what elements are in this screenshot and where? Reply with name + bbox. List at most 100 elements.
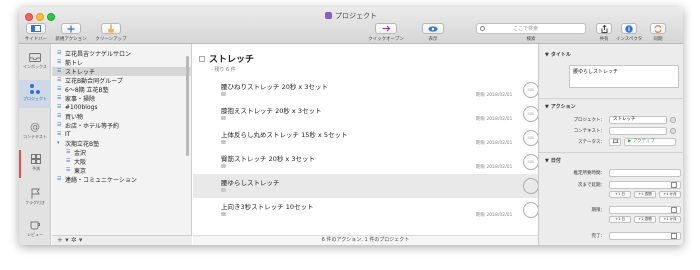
calendar-icon[interactable] (671, 233, 677, 239)
context-field-label: コンテキスト： (573, 129, 605, 134)
defer-plus-week-button[interactable]: +1 週間 (634, 191, 656, 198)
new-action-button[interactable] (61, 23, 81, 34)
title-field[interactable]: 腰ゆらしストレッチ (569, 65, 679, 88)
status-circle[interactable] (523, 202, 539, 218)
inspector-label: インスペクタ (615, 37, 643, 42)
project-field-label: プロジェクト： (573, 118, 606, 123)
action-section-header[interactable]: ▼ アクション (545, 103, 576, 110)
list-item[interactable]: ☰ 筋トレ (52, 58, 192, 68)
list-icon: ☰ (57, 122, 62, 128)
table-row[interactable]: 膝抱えストレッチ 20秒 x 3セット 期限 2018/02/01 000 (193, 102, 539, 126)
list-icon: ☰ (57, 50, 62, 56)
disclosure-triangle-icon: ▼ (545, 104, 549, 110)
list-item[interactable]: ☰ ストレッチ (52, 67, 192, 76)
status-field-label: ステータス： (578, 140, 605, 145)
list-item[interactable]: ☰ 連絡・コミュニケーション (52, 175, 192, 185)
status-flag-button[interactable] (609, 138, 621, 146)
list-item[interactable]: ☰ 家事・掃除 (52, 94, 192, 104)
sync-button[interactable] (650, 23, 666, 34)
status-circle[interactable]: 000 (523, 154, 539, 170)
list-item[interactable]: ☰ 金沢 (52, 148, 192, 158)
sync-icon (654, 24, 662, 33)
share-label: 共有 (599, 37, 609, 42)
task-name[interactable]: 上向き3秒ストレッチ 10セット (221, 201, 313, 211)
table-row[interactable]: 腰ゆらしストレッチ (193, 174, 539, 198)
completed-field[interactable] (609, 232, 681, 240)
search-input[interactable]: ここで検索 (476, 23, 586, 34)
task-name[interactable]: 膝抱えストレッチ 20秒 x 3セット (221, 105, 321, 115)
due-plus-week-button[interactable]: +1 週間 (634, 216, 656, 223)
plus-icon (67, 25, 75, 32)
status-select[interactable]: ▶ アクティブ (624, 138, 676, 146)
table-row[interactable]: 上向き3秒ストレッチ 10セット 期限 2018/02/01 (193, 198, 539, 222)
table-row[interactable]: 上体反らし丸めストレッチ 15秒 x 5セット 期限 2018/02/01 00… (193, 126, 539, 150)
due-field[interactable] (609, 206, 681, 214)
due-plus-day-button[interactable]: +1 日 (609, 216, 631, 223)
status-circle[interactable] (523, 178, 539, 194)
list-item[interactable]: ☰ 立花昌吉ツナゲルサロン (52, 49, 192, 59)
defer-plus-day-button[interactable]: +1 日 (609, 191, 631, 198)
note-icon (221, 92, 226, 96)
list-item[interactable]: ☰ お店・ホテル等予約 (52, 121, 192, 131)
estimate-field-label: 推定所要時間： (573, 171, 606, 176)
sidebar-toggle-button[interactable] (26, 23, 46, 34)
list-item[interactable]: ☰ IT (52, 130, 192, 139)
project-list-scrollbar[interactable] (186, 56, 189, 156)
context-radio[interactable] (670, 128, 676, 134)
calendar-icon[interactable] (671, 207, 677, 213)
calendar-icon[interactable] (671, 182, 677, 188)
defer-plus-month-button[interactable]: +1 か月 (659, 191, 681, 198)
status-circle[interactable]: 000 (523, 106, 539, 122)
perspective-flagged[interactable]: フラグ付き (19, 184, 51, 212)
table-row[interactable]: 腰ひねりストレッチ 20秒 x 3セット 期限 2018/02/01 000 (193, 78, 539, 102)
perspective-contexts[interactable]: @ コンテキスト (19, 118, 51, 146)
perspective-projects-label: プロジェクト (23, 96, 47, 101)
list-icon: ☰ (57, 68, 62, 74)
task-name[interactable]: 腰ゆらしストレッチ (221, 177, 280, 187)
quick-open-button[interactable] (375, 23, 397, 34)
share-button[interactable] (596, 23, 612, 34)
sync-label: 同期 (653, 37, 663, 42)
disclosure-triangle-icon: ▼ (545, 52, 549, 58)
perspective-projects[interactable]: プロジェクト (19, 80, 51, 108)
new-action-label: 新規アクション (55, 37, 87, 42)
perspective-forecast[interactable]: 予測 (19, 150, 51, 178)
task-name[interactable]: 腰ひねりストレッチ 20秒 x 3セット (221, 81, 328, 91)
list-item[interactable]: ☰ 買い物 (52, 112, 192, 122)
list-icon: ☰ (57, 176, 62, 182)
perspective-inbox[interactable]: インボックス (19, 48, 51, 76)
list-item[interactable]: ☰ 大阪 (52, 157, 192, 167)
list-item[interactable]: ☰ #100blogs (52, 103, 192, 112)
projects-icon (28, 83, 42, 95)
list-item[interactable]: ☰ 6〜8期 立花B塾 (52, 85, 192, 95)
list-icon: ☰ (57, 113, 62, 119)
date-section-header[interactable]: ▼ 日付 (545, 157, 561, 164)
inspector-button[interactable] (621, 23, 637, 34)
defer-field-label: 次まで延期： (578, 183, 605, 188)
due-plus-month-button[interactable]: +1 か月 (659, 216, 681, 223)
task-name[interactable]: 臀筋ストレッチ 20秒 x 3セット (221, 153, 315, 163)
cleanup-button[interactable] (101, 23, 121, 34)
title-section-header[interactable]: ▼ タイトル (545, 51, 571, 58)
list-item[interactable]: ▾ 次期立花B塾 (52, 139, 192, 149)
note-icon (221, 116, 226, 120)
project-checkbox[interactable] (199, 56, 205, 62)
show-button[interactable] (422, 23, 444, 34)
project-list-footer[interactable]: + ▾ ✲ ▾ (52, 235, 192, 245)
task-name[interactable]: 上体反らし丸めストレッチ 15秒 x 5セット (221, 129, 347, 139)
list-item[interactable]: ☰ 東京 (52, 166, 192, 176)
table-row[interactable]: 臀筋ストレッチ 20秒 x 3セット 期限 2018/02/01 000 (193, 150, 539, 174)
status-circle[interactable]: 000 (523, 82, 539, 98)
app-icon (325, 12, 332, 19)
status-circle[interactable]: 000 (523, 130, 539, 146)
context-field[interactable] (609, 127, 667, 135)
estimate-field[interactable] (609, 169, 681, 177)
perspective-review[interactable]: レビュー (19, 216, 51, 244)
list-item[interactable]: ☰ 立花B動合同グループ (52, 76, 192, 86)
project-field[interactable]: ストレッチ (609, 116, 667, 124)
defer-field[interactable] (609, 181, 681, 189)
task-due: 期限 2018/02/01 (476, 165, 513, 170)
project-radio[interactable] (670, 117, 676, 123)
perspective-contexts-label: コンテキスト (23, 134, 47, 139)
inbox-icon (28, 51, 42, 63)
